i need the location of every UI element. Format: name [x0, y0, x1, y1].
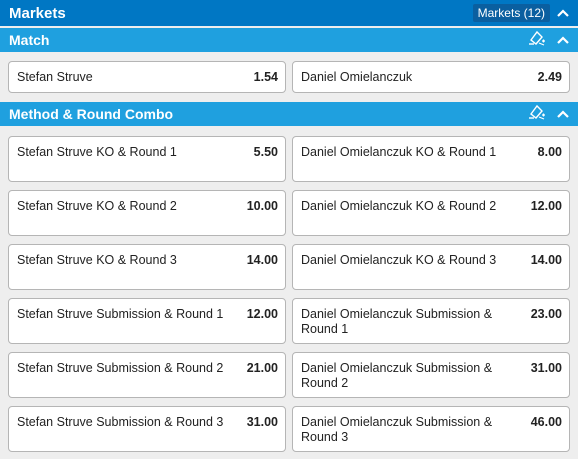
selection-name: Daniel Omielanczuk	[301, 70, 413, 84]
selection-name: Stefan Struve	[17, 70, 93, 84]
section-title-method-round-combo: Method & Round Combo	[9, 106, 174, 122]
selection-odds: 10.00	[246, 199, 278, 213]
selection-odds: 46.00	[530, 415, 562, 429]
selection-card[interactable]: Daniel Omielanczuk Submission & Round 2 …	[292, 352, 570, 398]
chevron-up-icon[interactable]	[556, 6, 570, 20]
section-title-match: Match	[9, 32, 50, 48]
bet-builder-icon[interactable]	[527, 29, 547, 52]
selection-card[interactable]: Stefan Struve KO & Round 2 10.00	[8, 190, 286, 236]
selection-odds: 12.00	[530, 199, 562, 213]
selection-odds: 14.00	[530, 253, 562, 267]
selection-odds: 5.50	[253, 145, 278, 159]
selection-odds: 1.54	[253, 70, 278, 84]
selection-name: Daniel Omielanczuk KO & Round 1	[301, 145, 497, 159]
markets-title: Markets	[9, 4, 66, 22]
selection-card[interactable]: Stefan Struve Submission & Round 1 12.00	[8, 298, 286, 344]
selection-card[interactable]: Stefan Struve Submission & Round 3 31.00	[8, 406, 286, 452]
chevron-up-icon[interactable]	[556, 107, 570, 121]
section-header-method-round-combo[interactable]: Method & Round Combo	[0, 102, 578, 126]
selection-card[interactable]: Stefan Struve Submission & Round 2 21.00	[8, 352, 286, 398]
selection-name: Stefan Struve KO & Round 3	[17, 253, 177, 267]
selection-name: Stefan Struve KO & Round 2	[17, 199, 177, 213]
markets-count-badge[interactable]: Markets (12)	[472, 4, 550, 22]
selection-odds: 31.00	[246, 415, 278, 429]
selection-odds: 23.00	[530, 307, 562, 321]
selection-card[interactable]: Stefan Struve KO & Round 1 5.50	[8, 136, 286, 182]
selection-card[interactable]: Daniel Omielanczuk KO & Round 3 14.00	[292, 244, 570, 290]
section-header-match[interactable]: Match	[0, 28, 578, 52]
selection-card[interactable]: Daniel Omielanczuk Submission & Round 3 …	[292, 406, 570, 452]
selection-card[interactable]: Daniel Omielanczuk KO & Round 1 8.00	[292, 136, 570, 182]
chevron-up-icon[interactable]	[556, 33, 570, 47]
selection-odds: 2.49	[537, 70, 562, 84]
selection-card[interactable]: Stefan Struve KO & Round 3 14.00	[8, 244, 286, 290]
header-controls: Markets (12)	[472, 4, 570, 22]
selection-name: Stefan Struve Submission & Round 3	[17, 415, 224, 429]
selection-name: Daniel Omielanczuk Submission & Round 1	[301, 307, 493, 336]
selection-odds: 31.00	[530, 361, 562, 375]
selection-odds: 14.00	[246, 253, 278, 267]
selection-odds: 21.00	[246, 361, 278, 375]
selection-card[interactable]: Daniel Omielanczuk KO & Round 2 12.00	[292, 190, 570, 236]
selection-card[interactable]: Daniel Omielanczuk Submission & Round 1 …	[292, 298, 570, 344]
selection-card[interactable]: Stefan Struve 1.54	[8, 61, 286, 93]
selection-name: Daniel Omielanczuk KO & Round 2	[301, 199, 497, 213]
selection-odds: 12.00	[246, 307, 278, 321]
selection-name: Daniel Omielanczuk Submission & Round 2	[301, 361, 493, 390]
selection-name: Daniel Omielanczuk Submission & Round 3	[301, 415, 493, 444]
selection-name: Daniel Omielanczuk KO & Round 3	[301, 253, 497, 267]
selection-name: Stefan Struve KO & Round 1	[17, 145, 177, 159]
bet-builder-icon[interactable]	[527, 103, 547, 126]
selection-name: Stefan Struve Submission & Round 2	[17, 361, 224, 375]
selection-name: Stefan Struve Submission & Round 1	[17, 307, 224, 321]
selection-odds: 8.00	[537, 145, 562, 159]
markets-header: Markets Markets (12)	[0, 0, 578, 26]
selection-card[interactable]: Daniel Omielanczuk 2.49	[292, 61, 570, 93]
